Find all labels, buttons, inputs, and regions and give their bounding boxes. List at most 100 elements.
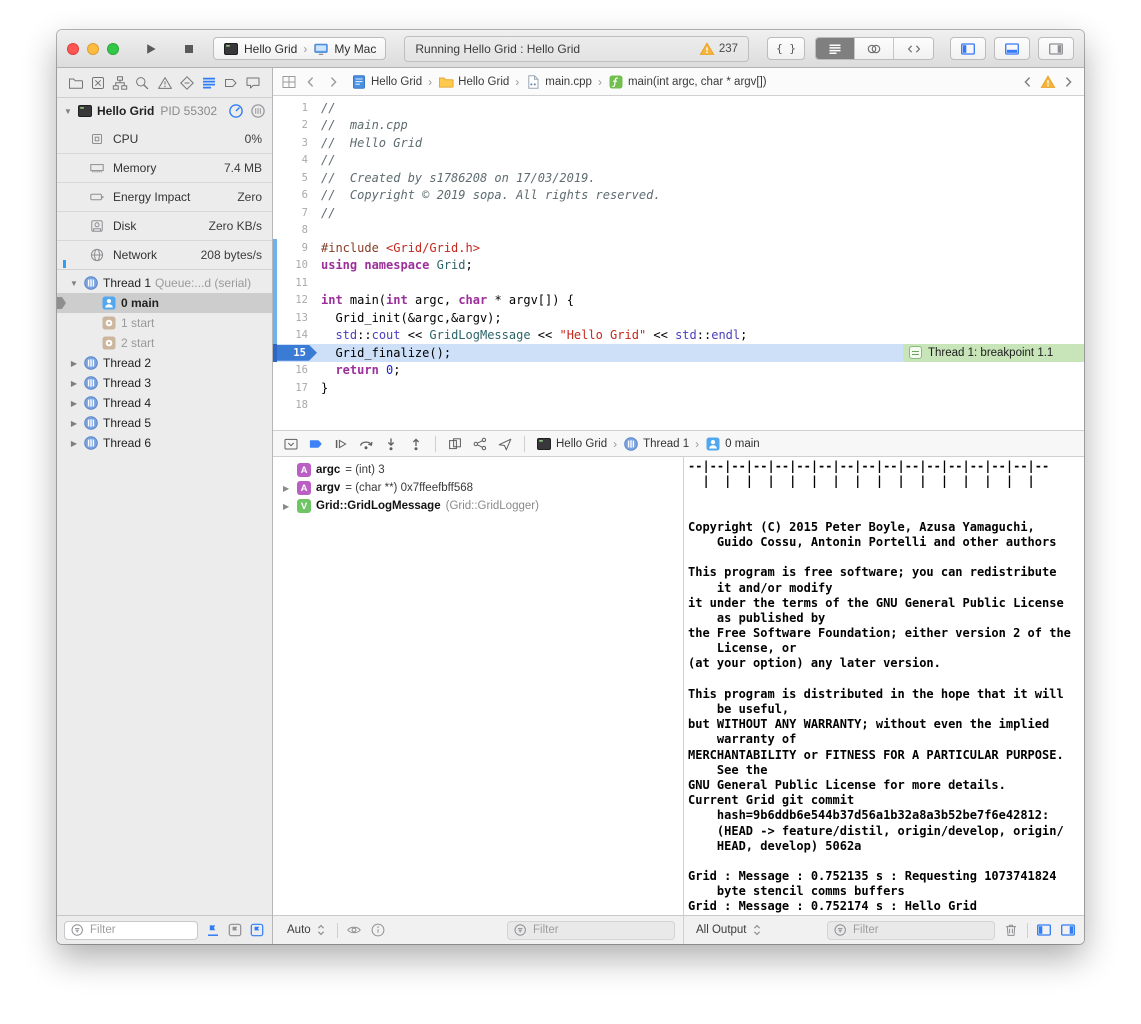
disclosure-triangle[interactable]: ▶ [69, 439, 79, 448]
issue-warning-icon[interactable] [1040, 74, 1056, 90]
breakpoint-line-badge[interactable]: 15 [277, 345, 317, 361]
navigator-tab-breakpoint[interactable] [221, 73, 241, 93]
source-editor[interactable]: 1//2// main.cpp3// Hello Grid4//5// Crea… [273, 96, 1084, 430]
code-line-10[interactable]: 10using namespace Grid; [273, 257, 1084, 275]
disclosure-triangle[interactable]: ▶ [69, 419, 79, 428]
debug-crumb[interactable]: Thread 1 [623, 436, 689, 452]
disclosure-triangle[interactable]: ▶ [283, 484, 292, 493]
close-button[interactable] [67, 43, 79, 55]
jumpbar-item[interactable]: Hello Grid [351, 74, 422, 90]
run-button[interactable] [137, 37, 165, 61]
view-by-queue-icon[interactable] [250, 103, 266, 119]
variables-scope-popup[interactable]: Auto [287, 922, 329, 938]
navigator-tab-issue[interactable] [155, 73, 175, 93]
disclosure-triangle[interactable]: ▼ [63, 107, 73, 116]
line-number[interactable]: 3 [277, 137, 317, 149]
debug-crumb[interactable]: Hello Grid [536, 436, 607, 452]
toggle-variables-view-icon[interactable] [1036, 922, 1052, 938]
disclosure-triangle[interactable]: ▼ [69, 279, 79, 288]
previous-issue-button[interactable] [1020, 74, 1036, 90]
variable-row[interactable]: ▶VGrid::GridLogMessage(Grid::GridLogger) [273, 497, 683, 515]
line-number[interactable]: 13 [277, 312, 317, 324]
back-button[interactable] [303, 74, 319, 90]
disclosure-triangle[interactable]: ▶ [69, 359, 79, 368]
line-number[interactable]: 8 [277, 224, 317, 236]
step-out-button[interactable] [408, 436, 424, 452]
debug-gauges-icon[interactable] [228, 103, 244, 119]
simulate-location-button[interactable] [497, 436, 513, 452]
gauge-row-network[interactable]: Network208 bytes/s [57, 240, 272, 269]
code-line-11[interactable]: 11 [273, 274, 1084, 292]
thread-row[interactable]: ▼Thread 1Queue:...d (serial) [57, 273, 272, 293]
forward-button[interactable] [325, 74, 341, 90]
code-line-2[interactable]: 2// main.cpp [273, 117, 1084, 135]
step-into-button[interactable] [383, 436, 399, 452]
disclosure-triangle[interactable]: ▶ [283, 502, 292, 511]
process-row[interactable]: ▼ Hello Grid PID 55302 [57, 98, 272, 124]
code-line-12[interactable]: 12int main(int argc, char * argv[]) { [273, 292, 1084, 310]
line-number[interactable]: 1 [277, 102, 317, 114]
code-line-3[interactable]: 3// Hello Grid [273, 134, 1084, 152]
code-line-15[interactable]: 15 Grid_finalize();Thread 1: breakpoint … [273, 344, 1084, 362]
standard-editor-button[interactable] [816, 38, 855, 59]
toggle-console-view-icon[interactable] [1060, 922, 1076, 938]
print-description-icon[interactable] [370, 922, 386, 938]
hide-debug-area-button[interactable] [283, 436, 299, 452]
line-number[interactable]: 12 [277, 294, 317, 306]
thread-row[interactable]: ▶Thread 5 [57, 413, 272, 433]
debug-view-hierarchy-button[interactable] [447, 436, 463, 452]
thread-row[interactable]: ▶Thread 3 [57, 373, 272, 393]
toggle-navigator-button[interactable] [950, 37, 986, 60]
console-output-popup[interactable]: All Output [696, 922, 765, 938]
variable-row[interactable]: Aargc= (int) 3 [273, 461, 683, 479]
minimize-button[interactable] [87, 43, 99, 55]
navigator-tab-find[interactable] [132, 73, 152, 93]
navigator-tab-test[interactable] [177, 73, 197, 93]
line-number[interactable]: 14 [277, 329, 317, 341]
version-editor-button[interactable] [894, 38, 933, 59]
console-output[interactable]: --|--|--|--|--|--|--|--|--|--|--|--|--|-… [683, 457, 1084, 915]
view-by-queue-toggle-icon[interactable] [249, 922, 265, 938]
gauge-row-energy[interactable]: Energy ImpactZero [57, 182, 272, 211]
variable-row[interactable]: ▶Aargv= (char **) 0x7ffeefbff568 [273, 479, 683, 497]
code-line-18[interactable]: 18 [273, 397, 1084, 415]
jumpbar-item[interactable]: main(int argc, char * argv[]) [608, 74, 767, 90]
code-line-16[interactable]: 16 return 0; [273, 362, 1084, 380]
navigator-tab-report[interactable] [243, 73, 263, 93]
code-line-4[interactable]: 4// [273, 152, 1084, 170]
scheme-selector[interactable]: Hello Grid › My Mac [213, 37, 386, 60]
thread-row[interactable]: ▶Thread 4 [57, 393, 272, 413]
line-number[interactable]: 18 [277, 399, 317, 411]
code-line-5[interactable]: 5// Created by s1786208 on 17/03/2019. [273, 169, 1084, 187]
navigator-filter-input[interactable]: Filter [64, 921, 198, 940]
line-number[interactable]: 10 [277, 259, 317, 271]
breakpoint-annotation[interactable]: Thread 1: breakpoint 1.1 [903, 344, 1084, 362]
gauge-row-memory[interactable]: Memory7.4 MB [57, 153, 272, 182]
code-line-9[interactable]: 9#include <Grid/Grid.h> [273, 239, 1084, 257]
warning-count-badge[interactable]: 237 [699, 41, 738, 57]
stack-frame-row[interactable]: 2 start [57, 333, 272, 353]
line-number[interactable]: 16 [277, 364, 317, 376]
line-number[interactable]: 5 [277, 172, 317, 184]
line-number[interactable]: 11 [277, 277, 317, 289]
line-number[interactable]: 6 [277, 189, 317, 201]
line-number[interactable]: 7 [277, 207, 317, 219]
code-line-8[interactable]: 8 [273, 222, 1084, 240]
code-line-13[interactable]: 13 Grid_init(&argc,&argv); [273, 309, 1084, 327]
variables-filter-input[interactable]: Filter [507, 921, 675, 940]
line-number[interactable]: 9 [277, 242, 317, 254]
continue-button[interactable] [333, 436, 349, 452]
code-line-1[interactable]: 1// [273, 99, 1084, 117]
navigator-tab-source-control[interactable] [88, 73, 108, 93]
toggle-debug-area-button[interactable] [994, 37, 1030, 60]
clear-console-icon[interactable] [1003, 922, 1019, 938]
thread-row[interactable]: ▶Thread 6 [57, 433, 272, 453]
toggle-inspector-button[interactable] [1038, 37, 1074, 60]
line-number[interactable]: 2 [277, 119, 317, 131]
debug-crumb[interactable]: 0 main [705, 436, 760, 452]
disclosure-triangle[interactable]: ▶ [69, 379, 79, 388]
navigator-tab-project[interactable] [66, 73, 86, 93]
stack-frame-row[interactable]: 1 start [57, 313, 272, 333]
jumpbar-item[interactable]: Hello Grid [438, 74, 509, 90]
next-issue-button[interactable] [1060, 74, 1076, 90]
